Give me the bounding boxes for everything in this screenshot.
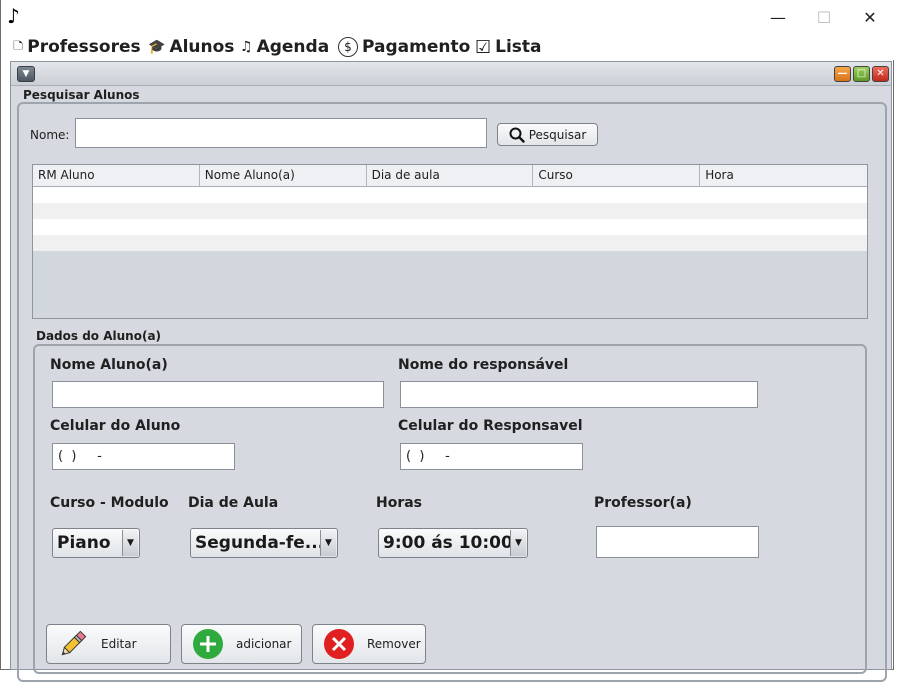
- menu-bar: 🗅 Professores 🎓 Alunos ♫ Agenda $ Pagame…: [1, 34, 895, 60]
- teacher-icon: 🗅: [13, 38, 24, 54]
- remove-button[interactable]: Remover: [312, 624, 426, 664]
- menu-professores[interactable]: 🗅 Professores: [13, 34, 141, 60]
- menu-alunos-label: Alunos: [169, 37, 235, 57]
- close-button[interactable]: ✕: [847, 8, 893, 28]
- course-label: Curso - Modulo: [50, 495, 169, 511]
- chevron-down-icon[interactable]: ▼: [510, 530, 526, 556]
- menu-agenda[interactable]: ♫ Agenda: [240, 34, 329, 60]
- chevron-down-icon[interactable]: ▼: [320, 530, 336, 556]
- graduation-cap-icon: 🎓: [148, 39, 166, 55]
- teacher-label: Professor(a): [594, 495, 692, 511]
- search-input[interactable]: [75, 118, 487, 148]
- chevron-down-icon[interactable]: ▼: [122, 530, 138, 556]
- menu-pagamento[interactable]: $ Pagamento: [338, 34, 470, 60]
- system-menu-icon[interactable]: ▼: [17, 66, 35, 82]
- frame-close-button[interactable]: ✕: [872, 66, 889, 82]
- menu-lista[interactable]: ☑ Lista: [475, 34, 542, 60]
- table-row[interactable]: [33, 219, 867, 235]
- add-button-label: adicionar: [236, 637, 292, 651]
- table-row[interactable]: [33, 203, 867, 219]
- table-row[interactable]: [33, 187, 867, 203]
- plus-circle-icon: [192, 628, 224, 660]
- main-window: ♪ — ☐ ✕ 🗅 Professores 🎓 Alunos ♫ Agenda …: [0, 0, 895, 682]
- column-header-curso[interactable]: Curso: [533, 165, 701, 186]
- search-button[interactable]: Pesquisar: [497, 123, 598, 146]
- internal-frame-title-bar: ▼ — □ ✕: [11, 62, 891, 86]
- course-select-value: Piano: [57, 533, 111, 553]
- guardian-phone-field[interactable]: [400, 443, 583, 470]
- payment-icon: $: [338, 37, 358, 57]
- hours-select[interactable]: 9:00 ás 10:00 ▼: [378, 528, 528, 558]
- remove-button-label: Remover: [367, 637, 421, 651]
- student-name-field[interactable]: [52, 381, 384, 408]
- table-header: RM Aluno Nome Aluno(a) Dia de aula Curso…: [33, 165, 867, 187]
- internal-frame: ▼ — □ ✕ Pesquisar Alunos Nome: Pesquisar…: [10, 61, 892, 682]
- student-phone-label: Celular do Aluno: [50, 418, 181, 434]
- checklist-icon: ☑: [475, 36, 492, 58]
- menu-pagamento-label: Pagamento: [362, 37, 471, 57]
- music-note-app-icon: ♪: [7, 4, 20, 28]
- hours-select-value: 9:00 ás 10:00: [383, 533, 513, 553]
- minimize-button[interactable]: —: [755, 8, 801, 28]
- guardian-name-field[interactable]: [400, 381, 758, 408]
- remove-circle-icon: [323, 628, 355, 660]
- column-header-nome[interactable]: Nome Aluno(a): [200, 165, 367, 186]
- search-button-label: Pesquisar: [528, 127, 587, 142]
- guardian-phone-label: Celular do Responsavel: [398, 418, 583, 434]
- search-name-label: Nome:: [30, 128, 70, 142]
- maximize-button[interactable]: ☐: [801, 8, 847, 28]
- day-select-value: Segunda-fe...: [195, 533, 325, 553]
- frame-maximize-button[interactable]: □: [853, 66, 870, 82]
- hours-label: Horas: [376, 495, 423, 511]
- guardian-name-label: Nome do responsável: [398, 357, 569, 373]
- column-header-rm[interactable]: RM Aluno: [33, 165, 200, 186]
- magnifier-icon: [509, 127, 525, 143]
- search-group-title: Pesquisar Alunos: [23, 88, 140, 102]
- day-label: Dia de Aula: [188, 495, 279, 511]
- students-table[interactable]: RM Aluno Nome Aluno(a) Dia de aula Curso…: [32, 164, 868, 319]
- student-phone-field[interactable]: [52, 443, 235, 470]
- table-row[interactable]: [33, 235, 867, 251]
- teacher-field[interactable]: [596, 526, 759, 558]
- menu-alunos[interactable]: 🎓 Alunos: [148, 34, 234, 60]
- column-header-hora[interactable]: Hora: [700, 165, 867, 186]
- pencil-icon: [57, 628, 89, 660]
- menu-agenda-label: Agenda: [256, 37, 330, 57]
- frame-minimize-button[interactable]: —: [834, 66, 851, 82]
- edit-button-label: Editar: [101, 637, 137, 651]
- menu-lista-label: Lista: [495, 37, 542, 57]
- day-select[interactable]: Segunda-fe... ▼: [190, 528, 338, 558]
- student-name-label: Nome Aluno(a): [50, 357, 168, 373]
- edit-button[interactable]: Editar: [46, 624, 171, 664]
- title-bar: ♪ — ☐ ✕: [1, 0, 895, 34]
- menu-professores-label: Professores: [27, 37, 141, 57]
- column-header-dia[interactable]: Dia de aula: [367, 165, 534, 186]
- course-select[interactable]: Piano ▼: [52, 528, 140, 558]
- music-note-icon: ♫: [240, 39, 253, 55]
- form-group-title: Dados do Aluno(a): [36, 329, 162, 343]
- add-button[interactable]: adicionar: [181, 624, 302, 664]
